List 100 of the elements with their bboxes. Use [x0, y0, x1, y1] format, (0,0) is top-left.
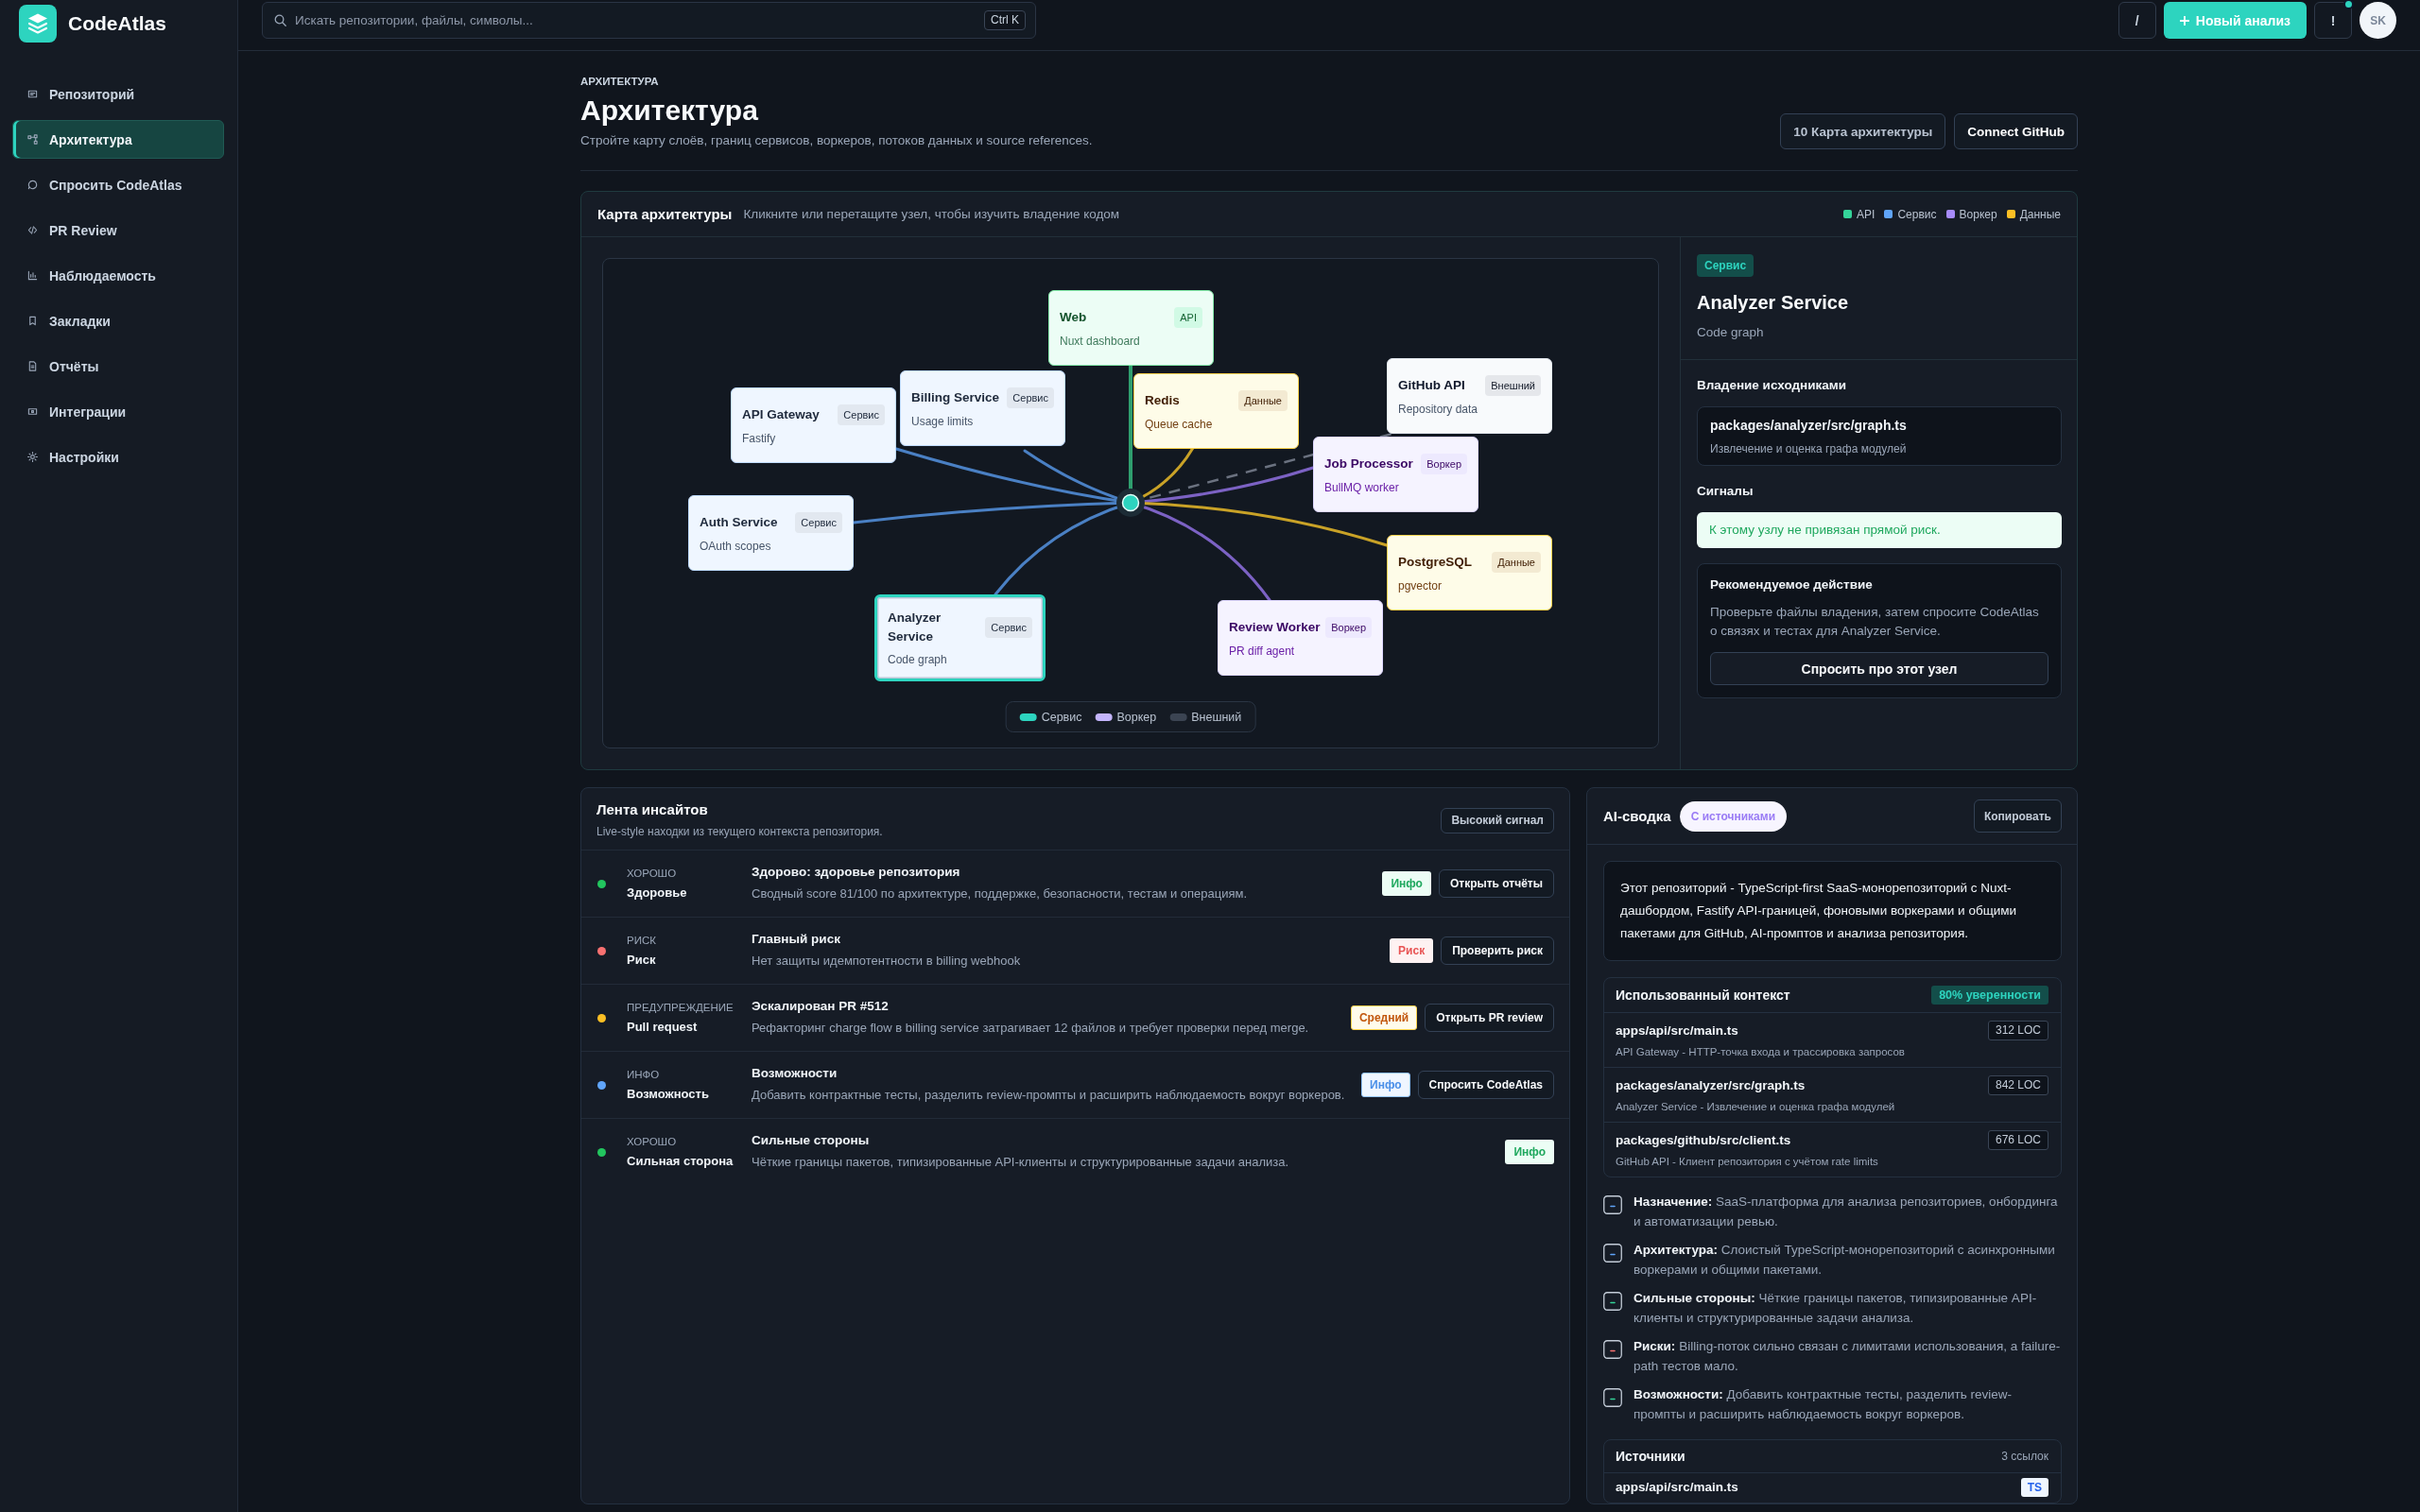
bar-chart-icon [27, 270, 38, 281]
status-label: ХОРОШО [627, 1134, 678, 1149]
sources-tag: С источниками [1679, 800, 1788, 832]
breadcrumb-label: АРХИТЕКТУРА [580, 75, 659, 88]
toolbar-button[interactable]: ! [2314, 2, 2352, 39]
card-subtitle: Live-style находки из текущего контекста репозитория. [596, 824, 883, 839]
toolbar-button[interactable]: / [2118, 2, 2156, 39]
action-button[interactable]: Проверить риск [1441, 936, 1554, 965]
card-title: Карта архитектуры [597, 206, 733, 222]
legend-label: Данные [2019, 207, 2061, 221]
nav-item[interactable]: Интеграции [12, 392, 224, 431]
map-node[interactable]: PostgreSQL Данные pgvector [1387, 535, 1552, 610]
node-title: PostgreSQL [1398, 554, 1472, 571]
node-subtitle: Queue cache [1145, 417, 1214, 432]
node-subtitle: Code graph [888, 652, 948, 667]
node-type-tag: Воркер [1421, 454, 1467, 474]
node-title: Review Worker [1229, 619, 1321, 636]
node-title: Billing Service [911, 389, 1000, 406]
dash-square-icon [1603, 1292, 1622, 1311]
hub-dot-icon[interactable] [1116, 489, 1145, 517]
category-label: Здоровье [627, 884, 688, 902]
node-type-tag: Сервис [1007, 387, 1054, 408]
header-button[interactable]: 10 Карта архитектуры [1780, 113, 1946, 149]
severity-tag: Инфо [1505, 1140, 1554, 1164]
map-node[interactable]: Redis Данные Queue cache [1133, 373, 1299, 449]
summary-point: Архитектура: Слоистый TypeScript-монорепозиторий с асинхронными воркерами и общими пакетами. [1634, 1242, 2056, 1279]
dash-square-icon [1603, 1340, 1622, 1359]
line-count-tag: 842 LOC [1987, 1075, 2048, 1095]
file-path[interactable]: packages/github/src/client.ts [1616, 1130, 1791, 1150]
layers-logo-icon [19, 5, 57, 43]
map-node[interactable]: Job Processor Воркер BullMQ worker [1313, 437, 1478, 512]
header-button[interactable]: Connect GitHub [1954, 113, 2078, 149]
nav-item[interactable]: Отчёты [12, 347, 224, 386]
nav-item[interactable]: Спросить CodeAtlas [12, 165, 224, 204]
file-card[interactable]: packages/analyzer/src/graph.ts Извлечение и оценка графа модулей [1697, 406, 2062, 466]
file-path[interactable]: apps/api/src/main.ts [1616, 1021, 1738, 1040]
file-description: API Gateway - HTTP-точка входа и трассировка запросов [1616, 1045, 1906, 1059]
nav-item[interactable]: Архитектура [12, 120, 224, 159]
status-dot-icon [597, 1147, 606, 1157]
node-subtitle: Nuxt dashboard [1060, 334, 1141, 349]
map-node[interactable]: Analyzer Service Сервис Code graph [874, 594, 1046, 681]
insight-title: Главный риск [752, 931, 841, 948]
action-button[interactable]: Спросить CodeAtlas [1417, 1071, 1554, 1099]
map-node[interactable]: Billing Service Сервис Usage limits [900, 370, 1065, 446]
file-description: Analyzer Service - Извлечение и оценка графа модулей [1616, 1100, 1896, 1114]
chat-bubble-icon [27, 180, 38, 190]
node-type-tag: Сервис [1697, 254, 1754, 277]
category-label: Pull request [627, 1018, 699, 1036]
ask-button[interactable]: Спросить про этот узел [1710, 652, 2048, 685]
filter-button[interactable]: Высокий сигнал [1441, 807, 1554, 833]
status-dot-icon [597, 946, 606, 955]
nav-item[interactable]: Репозиторий [12, 75, 224, 113]
file-path[interactable]: apps/api/src/main.ts [1616, 1478, 1738, 1497]
node-title: Redis [1145, 392, 1180, 409]
map-node[interactable]: Auth Service Сервис OAuth scopes [688, 495, 854, 571]
node-title: Job Processor [1324, 455, 1413, 472]
line-count-tag: 312 LOC [1987, 1021, 2048, 1040]
insight-title: Эскалирован PR #512 [752, 998, 890, 1015]
file-description: GitHub API - Клиент репозитория с учётом rate limits [1616, 1155, 1879, 1169]
card-title: AI-сводка [1603, 808, 1671, 824]
copy-button[interactable]: Копировать [1973, 799, 2062, 833]
severity-tag: Инфо [1382, 871, 1431, 896]
brand-name: CodeAtlas [68, 12, 166, 35]
insight-text: Чёткие границы пакетов, типизированные API-клиенты и структурированные задачи анализа. [752, 1154, 1290, 1171]
action-button[interactable]: Открыть отчёты [1438, 869, 1554, 898]
nav-item[interactable]: PR Review [12, 211, 224, 249]
status-label: ХОРОШО [627, 866, 678, 881]
language-tag: TS [2020, 1478, 2048, 1497]
nav-item[interactable]: Наблюдаемость [12, 256, 224, 295]
status-dot-icon [597, 1013, 606, 1022]
section-heading: Сигналы [1697, 483, 1754, 500]
card-title: Лента инсайтов [596, 801, 709, 817]
node-title: Analyzer Service [888, 610, 942, 645]
map-node[interactable]: Review Worker Воркер PR diff agent [1218, 600, 1383, 676]
node-type-tag: Данные [1238, 390, 1288, 411]
legend-label: Внешний [1191, 710, 1242, 724]
bookmark-icon [27, 316, 38, 326]
map-node[interactable]: GitHub API Внешний Repository data [1387, 358, 1552, 434]
summary-point: Риски: Billing-поток сильно связан с лимитами использования, а failure-path тестов мало. [1634, 1338, 2062, 1375]
node-type-tag: Воркер [1325, 617, 1372, 638]
node-title: GitHub API [1398, 377, 1465, 394]
severity-tag: Инфо [1361, 1073, 1410, 1097]
file-path[interactable]: packages/analyzer/src/graph.ts [1616, 1075, 1806, 1095]
section-heading: Источники [1616, 1448, 1685, 1466]
action-button[interactable]: Открыть PR review [1425, 1004, 1554, 1032]
map-node[interactable]: API Gateway Сервис Fastify [731, 387, 896, 463]
node-subtitle: Fastify [742, 431, 777, 446]
nav-item[interactable]: Настройки [12, 438, 224, 476]
node-subtitle: PR diff agent [1229, 644, 1296, 659]
insight-title: Возможности [752, 1065, 838, 1082]
plus-icon [2179, 15, 2189, 26]
node-subtitle: Usage limits [911, 414, 975, 429]
nav-item[interactable]: Закладки [12, 301, 224, 340]
insight-text: Сводный score 81/100 по архитектуре, поддержке, безопасности, тестам и операциям. [752, 885, 1249, 902]
summary-point: Возможности: Добавить контрактные тесты, разделить review-промпты и расширить наблюдаемость вокруг воркеров. [1634, 1386, 2014, 1423]
node-type-tag: Данные [1492, 552, 1541, 573]
status-dot-icon [597, 879, 606, 888]
map-node[interactable]: Web API Nuxt dashboard [1048, 290, 1214, 366]
severity-tag: Средний [1350, 1005, 1418, 1030]
code-icon [27, 225, 38, 235]
